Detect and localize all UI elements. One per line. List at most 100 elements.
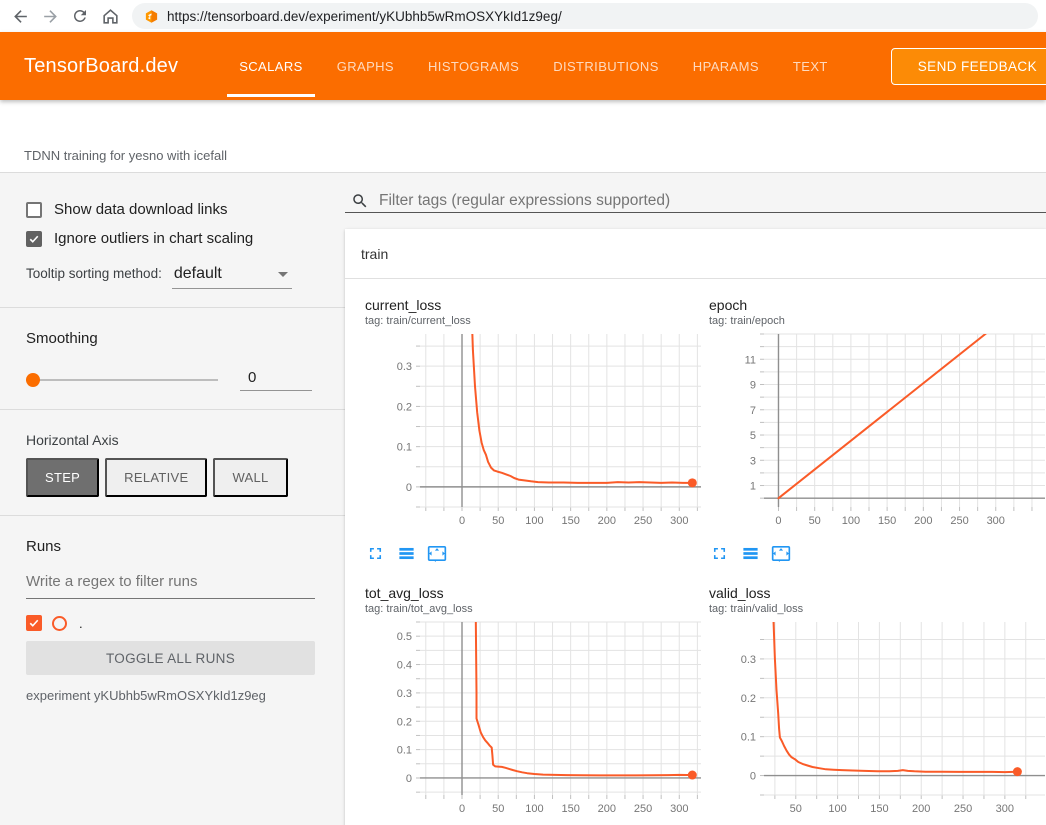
svg-text:9: 9 xyxy=(750,380,756,392)
fit-domain-button[interactable] xyxy=(427,543,447,563)
svg-text:11: 11 xyxy=(745,354,756,366)
refresh-icon xyxy=(71,7,89,25)
axis-step-button[interactable]: STEP xyxy=(26,458,99,497)
browser-toolbar: https://tensorboard.dev/experiment/yKUbh… xyxy=(0,0,1046,32)
svg-text:250: 250 xyxy=(954,803,972,815)
fit-domain-icon xyxy=(427,543,447,564)
smoothing-label: Smoothing xyxy=(26,330,319,347)
axis-wall-button[interactable]: WALL xyxy=(213,458,287,497)
run-name: . xyxy=(77,616,83,631)
horizontal-axis-label: Horizontal Axis xyxy=(26,432,319,448)
smoothing-slider[interactable] xyxy=(26,373,218,387)
svg-text:0.3: 0.3 xyxy=(397,688,412,700)
svg-text:250: 250 xyxy=(950,515,968,527)
url-text: https://tensorboard.dev/experiment/yKUbh… xyxy=(167,9,562,24)
line-chart[interactable]: 05010015020025030000.10.20.3 xyxy=(365,330,709,530)
svg-text:0: 0 xyxy=(459,515,465,527)
svg-text:100: 100 xyxy=(828,803,846,815)
fullscreen-icon xyxy=(710,544,729,563)
svg-text:50: 50 xyxy=(809,515,821,527)
svg-text:150: 150 xyxy=(561,515,579,527)
expand-chart-button[interactable] xyxy=(709,543,729,563)
svg-text:0: 0 xyxy=(775,515,781,527)
tag-group-header[interactable]: train xyxy=(345,229,1046,279)
svg-text:0.2: 0.2 xyxy=(741,693,756,705)
svg-text:0.1: 0.1 xyxy=(741,732,756,744)
svg-text:250: 250 xyxy=(634,515,652,527)
chart-tag: tag: train/tot_avg_loss xyxy=(365,602,709,616)
tab-scalars[interactable]: SCALARS xyxy=(225,32,317,100)
svg-text:0.1: 0.1 xyxy=(397,442,412,454)
line-chart[interactable]: 05010015020025030000.10.20.30.40.5 xyxy=(365,618,709,818)
experiment-title: TDNN training for yesno with icefall xyxy=(24,148,227,163)
ignore-outliers-checkbox[interactable] xyxy=(26,231,42,247)
show-download-links-checkbox[interactable] xyxy=(26,202,42,218)
svg-text:300: 300 xyxy=(670,803,688,815)
data-table-button[interactable] xyxy=(396,543,416,563)
slider-track xyxy=(26,379,218,381)
chart-toolbar xyxy=(709,543,1046,563)
browser-reload-button[interactable] xyxy=(68,4,92,28)
chart-toolbar xyxy=(365,543,709,563)
checkmark-icon xyxy=(28,617,40,629)
data-table-icon xyxy=(397,544,416,563)
svg-text:0.3: 0.3 xyxy=(397,361,412,373)
tensorboard-page: https://tensorboard.dev/experiment/yKUbh… xyxy=(0,0,1046,825)
expand-chart-button[interactable] xyxy=(365,543,385,563)
address-bar[interactable]: https://tensorboard.dev/experiment/yKUbh… xyxy=(132,3,1038,29)
line-chart[interactable]: 5010015020025030000.10.20.3 xyxy=(709,618,1046,818)
run-isolate-circle[interactable] xyxy=(52,616,67,631)
experiment-caption: experiment yKUbhb5wRmOSXYkId1z9eg xyxy=(26,688,319,703)
tooltip-sorting-value: default xyxy=(174,265,222,282)
tag-filter-bar xyxy=(345,173,1046,213)
checkmark-icon xyxy=(28,233,40,245)
data-table-icon xyxy=(741,544,760,563)
svg-text:250: 250 xyxy=(634,803,652,815)
svg-text:100: 100 xyxy=(525,515,543,527)
chart-tag: tag: train/current_loss xyxy=(365,314,709,328)
chart-tag: tag: train/valid_loss xyxy=(709,602,1046,616)
tab-text[interactable]: TEXT xyxy=(779,32,842,100)
arrow-left-icon xyxy=(11,7,30,26)
tab-histograms[interactable]: HISTOGRAMS xyxy=(414,32,533,100)
tooltip-sorting-dropdown[interactable]: default xyxy=(172,265,292,289)
data-table-button[interactable] xyxy=(740,543,760,563)
arrow-right-icon xyxy=(41,7,60,26)
run-checkbox[interactable] xyxy=(26,615,42,631)
line-chart[interactable]: 0501001502002503001357911 xyxy=(709,330,1046,530)
svg-text:150: 150 xyxy=(878,515,896,527)
svg-text:50: 50 xyxy=(492,515,504,527)
chart-title: valid_loss xyxy=(709,585,1046,602)
svg-text:0.2: 0.2 xyxy=(397,716,412,728)
svg-text:300: 300 xyxy=(670,515,688,527)
home-icon xyxy=(101,7,120,26)
tab-hparams[interactable]: HPARAMS xyxy=(679,32,773,100)
svg-text:200: 200 xyxy=(598,803,616,815)
runs-filter-input[interactable] xyxy=(26,567,315,599)
send-feedback-button[interactable]: SEND FEEDBACK xyxy=(891,48,1046,85)
browser-forward-button[interactable] xyxy=(38,4,62,28)
svg-text:300: 300 xyxy=(996,803,1014,815)
tag-filter-input[interactable] xyxy=(379,192,1046,210)
axis-relative-button[interactable]: RELATIVE xyxy=(105,458,207,497)
svg-text:0.1: 0.1 xyxy=(397,745,412,757)
tab-distributions[interactable]: DISTRIBUTIONS xyxy=(539,32,673,100)
svg-text:5: 5 xyxy=(750,430,756,442)
svg-text:7: 7 xyxy=(750,405,756,417)
svg-text:0: 0 xyxy=(406,482,412,494)
tensorboard-favicon xyxy=(144,9,159,24)
browser-home-button[interactable] xyxy=(98,4,122,28)
runs-label: Runs xyxy=(26,538,319,555)
svg-text:0: 0 xyxy=(750,771,756,783)
svg-text:0.4: 0.4 xyxy=(397,660,412,672)
smoothing-value[interactable]: 0 xyxy=(240,369,312,391)
toggle-all-runs-button[interactable]: TOGGLE ALL RUNS xyxy=(26,641,315,675)
scalar-chart-card: tot_avg_loss tag: train/tot_avg_loss 050… xyxy=(365,585,709,825)
nav-tabs: SCALARSGRAPHSHISTOGRAMSDISTRIBUTIONSHPAR… xyxy=(222,32,845,100)
fit-domain-button[interactable] xyxy=(771,543,791,563)
show-download-links-label: Show data download links xyxy=(54,201,227,218)
svg-text:300: 300 xyxy=(987,515,1005,527)
browser-back-button[interactable] xyxy=(8,4,32,28)
tab-graphs[interactable]: GRAPHS xyxy=(323,32,408,100)
slider-thumb[interactable] xyxy=(26,373,40,387)
